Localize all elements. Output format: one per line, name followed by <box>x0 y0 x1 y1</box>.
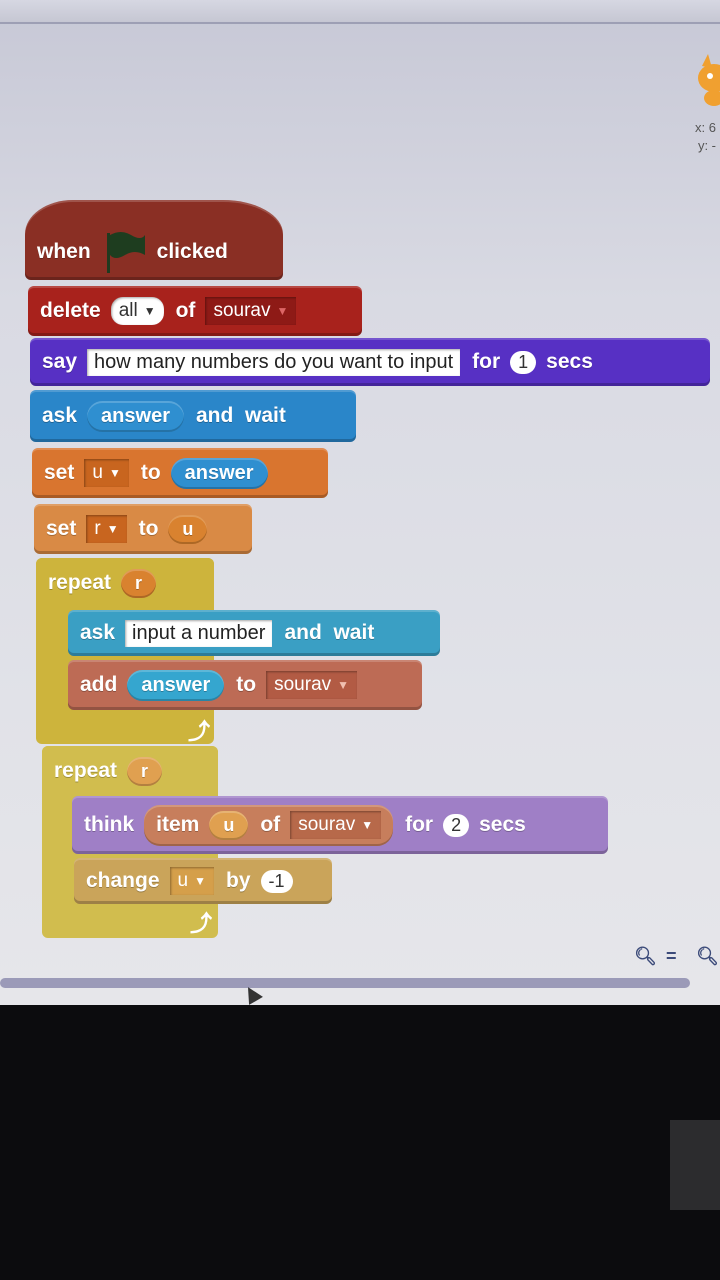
answer-reporter[interactable]: answer <box>127 669 225 701</box>
chevron-down-icon: ▼ <box>276 304 289 318</box>
say-label: say <box>42 350 78 373</box>
of-label: of <box>175 299 196 322</box>
item-label: item <box>156 813 200 836</box>
by-label: by <box>226 869 251 892</box>
to-label: to <box>138 517 159 540</box>
add-list-dropdown[interactable]: sourav ▼ <box>266 671 358 699</box>
say-message-input[interactable]: how many numbers do you want to input <box>87 348 461 376</box>
sprite-x-readout: x: 6 <box>695 120 716 135</box>
secs-label: secs <box>546 350 593 373</box>
delete-of-list-block[interactable]: delete all ▼ of sourav ▼ <box>28 286 362 336</box>
delete-label: delete <box>40 299 101 322</box>
green-flag-icon <box>106 232 145 273</box>
zoom-in-icon[interactable]: 🔍︎ <box>696 946 719 967</box>
clicked-label: clicked <box>156 240 228 263</box>
think-label: think <box>84 813 135 836</box>
answer-reporter[interactable]: answer <box>87 400 184 432</box>
ask-label: ask <box>42 404 78 427</box>
chevron-down-icon: ▼ <box>143 304 156 318</box>
chevron-down-icon: ▼ <box>106 522 119 536</box>
chevron-down-icon: ▼ <box>194 874 206 888</box>
for-label: for <box>405 813 434 836</box>
set-var-dropdown[interactable]: u ▼ <box>84 459 129 487</box>
and-wait-label: and wait <box>195 404 286 427</box>
set-label: set <box>46 517 77 540</box>
chevron-down-icon: ▼ <box>337 678 350 692</box>
think-list-dropdown[interactable]: sourav ▼ <box>290 811 382 839</box>
horizontal-scrollbar[interactable] <box>0 978 690 988</box>
zoom-out-icon[interactable]: 🔍︎ <box>634 946 657 967</box>
ask-and-wait-block[interactable]: ask answer and wait <box>30 390 356 442</box>
sprite-cat-icon[interactable] <box>688 52 720 112</box>
chevron-down-icon: ▼ <box>361 818 374 832</box>
u-reporter[interactable]: u <box>168 514 208 544</box>
answer-reporter[interactable]: answer <box>170 457 268 489</box>
change-label: change <box>86 869 160 892</box>
u-reporter[interactable]: u <box>209 810 249 840</box>
for-label: for <box>472 350 501 373</box>
change-by-block[interactable]: change u ▼ by -1 <box>74 858 332 904</box>
delete-list-dropdown[interactable]: sourav ▼ <box>205 297 297 325</box>
repeat-label: repeat <box>54 759 118 782</box>
loop-arrow-icon: ⤴ <box>190 911 213 936</box>
set-var-dropdown[interactable]: r ▼ <box>86 515 127 543</box>
when-flag-clicked-block[interactable]: when clicked <box>25 200 283 280</box>
to-label: to <box>140 461 161 484</box>
say-secs-input[interactable]: 1 <box>510 350 537 374</box>
repeat-1-header[interactable]: repeat r <box>36 558 214 608</box>
monitor-bezel-reflection <box>670 1120 720 1210</box>
zoom-reset-button[interactable]: = <box>666 946 677 967</box>
when-label: when <box>37 240 91 263</box>
repeat-2-header[interactable]: repeat r <box>42 746 218 796</box>
secs-label: secs <box>479 813 526 836</box>
repeat-label: repeat <box>48 571 112 594</box>
item-of-list-reporter[interactable]: item u of sourav ▼ <box>144 804 394 846</box>
add-to-list-block[interactable]: add answer to sourav ▼ <box>68 660 422 710</box>
add-label: add <box>80 673 118 696</box>
ask-question-input[interactable]: input a number <box>125 619 273 647</box>
and-wait-label: and wait <box>284 621 375 644</box>
sprite-y-readout: y: - <box>697 138 716 153</box>
to-label: to <box>236 673 257 696</box>
set-label: set <box>44 461 75 484</box>
window-top-bar <box>0 0 720 24</box>
of-label: of <box>260 813 281 836</box>
change-var-dropdown[interactable]: u ▼ <box>169 867 214 895</box>
ask-label: ask <box>80 621 116 644</box>
delete-index-dropdown[interactable]: all ▼ <box>110 297 164 325</box>
scripts-area[interactable]: x: 6 y: - when clicked delete all ▼ of so… <box>0 0 720 1005</box>
set-u-block[interactable]: set u ▼ to answer <box>32 448 328 498</box>
loop-arrow-icon: ⤴ <box>188 719 211 744</box>
chevron-down-icon: ▼ <box>108 466 121 480</box>
say-for-secs-block[interactable]: say how many numbers do you want to inpu… <box>30 338 710 386</box>
set-r-block[interactable]: set r ▼ to u <box>34 504 252 554</box>
ask-and-wait-block[interactable]: ask input a number and wait <box>68 610 440 656</box>
r-reporter[interactable]: r <box>121 568 157 598</box>
think-for-secs-block[interactable]: think item u of sourav ▼ for 2 secs <box>72 796 608 854</box>
think-secs-input[interactable]: 2 <box>443 813 470 837</box>
r-reporter[interactable]: r <box>127 756 163 786</box>
change-value-input[interactable]: -1 <box>260 869 293 893</box>
